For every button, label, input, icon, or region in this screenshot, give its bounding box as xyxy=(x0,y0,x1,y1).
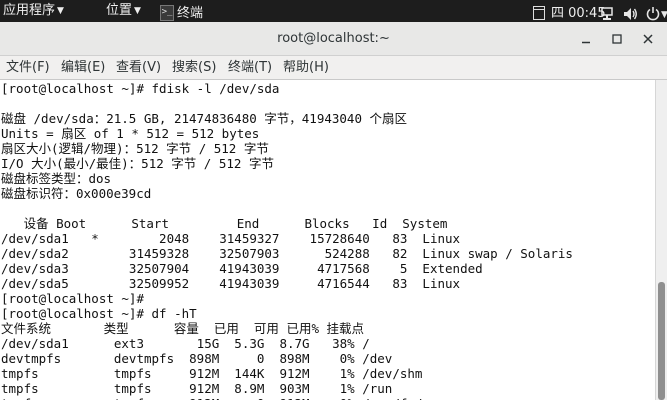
terminal-line: /dev/sda1 * 2048 31459327 15728640 83 Li… xyxy=(1,231,461,246)
volume-icon xyxy=(624,8,637,20)
terminal-line: [root@localhost ~]# xyxy=(1,291,144,306)
terminal-icon: >_ xyxy=(160,5,174,21)
terminal-line: [root@localhost ~]# df -hT xyxy=(1,306,197,321)
terminal-line: I/O 大小(最小/最佳)：512 字节 / 512 字节 xyxy=(1,156,274,171)
terminal-line: tmpfs tmpfs 912M 0 912M 0% /sys/fs/cgrou… xyxy=(1,396,573,400)
maximize-button[interactable] xyxy=(609,31,625,47)
terminal-line: 磁盘 /dev/sda：21.5 GB, 21474836480 字节，4194… xyxy=(1,111,408,126)
menu-bar: 文件(F) 编辑(E) 查看(V) 搜索(S) 终端(T) 帮助(H) xyxy=(0,56,667,80)
menu-view[interactable]: 查看(V) xyxy=(116,60,161,76)
calendar-icon xyxy=(533,6,545,20)
network-icon xyxy=(601,7,613,20)
menu-search[interactable]: 搜索(S) xyxy=(172,60,216,76)
menu-terminal[interactable]: 终端(T) xyxy=(228,60,272,76)
terminal-line: /dev/sda1 ext3 15G 5.3G 8.7G 38% / xyxy=(1,336,370,351)
terminal-line: devtmpfs devtmpfs 898M 0 898M 0% /dev xyxy=(1,351,393,366)
top-bar: 应用程序 ▼ 位置 ▼ >_ 终端 四 00:45 ▼ xyxy=(0,0,667,22)
places-label: 位置 xyxy=(106,3,133,18)
terminal-line: /dev/sda5 32509952 41943039 4716544 83 L… xyxy=(1,276,461,291)
applications-label: 应用程序 xyxy=(3,3,56,18)
menu-edit[interactable]: 编辑(E) xyxy=(61,60,105,76)
window-title: root@localhost:~ xyxy=(277,31,390,46)
caret-down-icon: ▼ xyxy=(134,6,141,16)
terminal-view[interactable]: [root@localhost ~]# fdisk -l /dev/sda 磁盘 … xyxy=(0,80,655,400)
terminal-line: [root@localhost ~]# fdisk -l /dev/sda xyxy=(1,81,280,96)
terminal-line: tmpfs tmpfs 912M 144K 912M 1% /dev/shm xyxy=(1,366,423,381)
terminal-line: Units = 扇区 of 1 * 512 = 512 bytes xyxy=(1,126,260,141)
terminal-line: 文件系统 类型 容量 已用 可用 已用% 挂载点 xyxy=(1,321,365,336)
menu-file[interactable]: 文件(F) xyxy=(6,60,50,76)
applications-menu[interactable]: 应用程序 ▼ xyxy=(3,3,64,19)
terminal-output: [root@localhost ~]# fdisk -l /dev/sda 磁盘 … xyxy=(1,81,573,400)
terminal-app-label: 终端 xyxy=(177,6,204,21)
scrollbar-thumb[interactable] xyxy=(658,282,665,400)
terminal-line: /dev/sda3 32507904 41943039 4717568 5 Ex… xyxy=(1,261,483,276)
terminal-line: 扇区大小(逻辑/物理)：512 字节 / 512 字节 xyxy=(1,141,269,156)
caret-down-icon: ▼ xyxy=(661,10,667,20)
system-menu[interactable]: ▼ xyxy=(596,3,667,21)
minimize-button[interactable] xyxy=(578,31,594,47)
terminal-line: /dev/sda2 31459328 32507903 524288 82 Li… xyxy=(1,246,573,261)
power-icon xyxy=(646,7,660,21)
close-button[interactable] xyxy=(640,31,656,47)
terminal-line: 设备 Boot Start End Blocks Id System xyxy=(1,216,448,231)
terminal-line: 磁盘标签类型：dos xyxy=(1,171,112,186)
window-title-bar[interactable]: root@localhost:~ xyxy=(0,22,667,56)
places-menu[interactable]: 位置 ▼ xyxy=(106,3,141,19)
vertical-scrollbar[interactable] xyxy=(655,80,667,400)
terminal-line: 磁盘标识符：0x000e39cd xyxy=(1,186,152,201)
menu-help[interactable]: 帮助(H) xyxy=(283,60,329,76)
caret-down-icon: ▼ xyxy=(57,6,64,16)
terminal-line: tmpfs tmpfs 912M 8.9M 903M 1% /run xyxy=(1,381,393,396)
